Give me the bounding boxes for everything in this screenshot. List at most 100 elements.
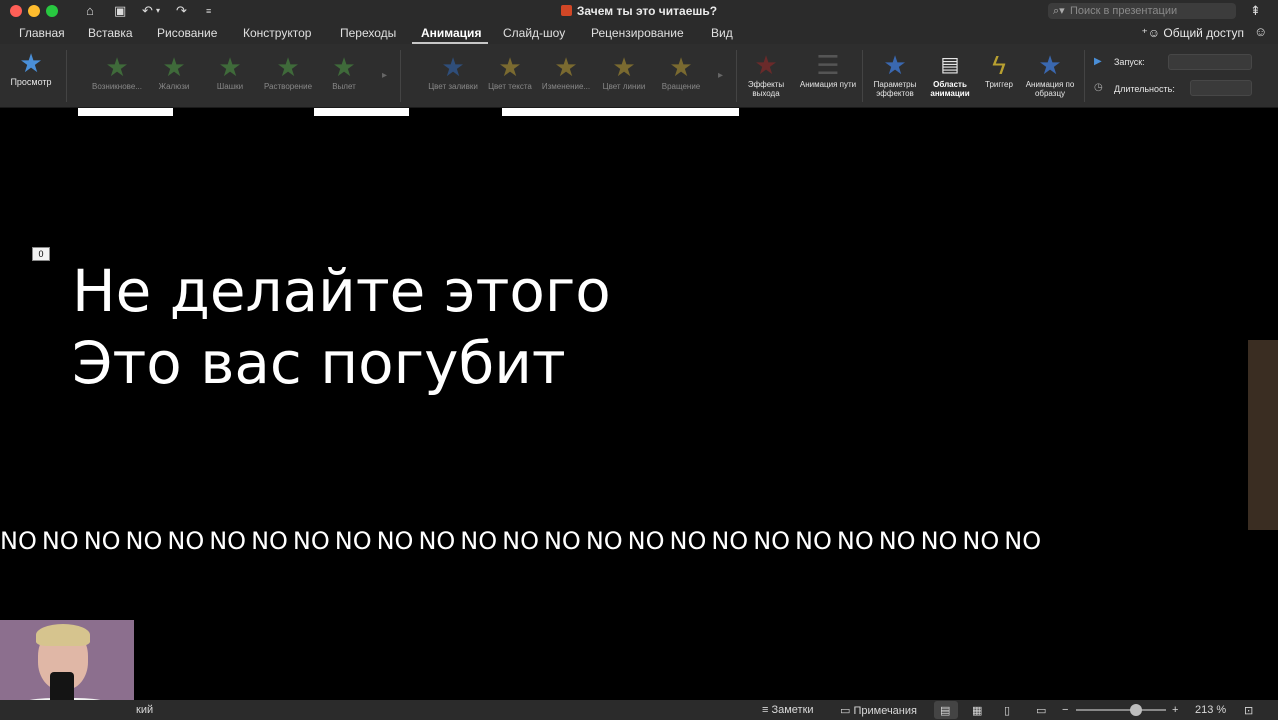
no-word: NO — [962, 527, 1000, 555]
blinds-star-icon: ★ — [162, 52, 186, 82]
language-indicator[interactable]: кий — [136, 704, 153, 716]
effect-appear[interactable]: ★ Возникнове... — [86, 52, 148, 91]
animation-pane-button[interactable]: ▤ Область анимации — [926, 50, 974, 98]
no-word: NO — [460, 527, 498, 555]
no-word: NO — [167, 527, 205, 555]
fly-in-star-icon: ★ — [332, 52, 356, 82]
zoom-in-icon[interactable]: + — [1172, 704, 1178, 716]
no-word: NO — [627, 527, 665, 555]
status-bar: кий ≡ Заметки ▭ Примечания ▤ ▦ ▯ ▭ − + 2… — [0, 700, 1278, 720]
ribbon-separator — [862, 50, 863, 102]
comments-button[interactable]: ▭ Примечания — [840, 704, 917, 717]
ribbon-separator — [400, 50, 401, 102]
effect-spin-label: Вращение — [661, 82, 701, 91]
no-word: NO — [251, 527, 288, 555]
slide-canvas[interactable]: 0 Не делайте этого Это вас погубит NO NO N… — [0, 108, 1278, 680]
effect-fill-color[interactable]: ★ Цвет заливки — [424, 52, 482, 91]
appear-star-icon: ★ — [105, 52, 129, 82]
slide-placeholder-bar — [502, 108, 739, 116]
lightning-icon: ϟ — [992, 50, 1006, 80]
slide-sorter-icon[interactable]: ▦ — [972, 704, 982, 717]
tab-design[interactable]: Конструктор — [243, 26, 311, 40]
no-word: NO — [1004, 527, 1042, 555]
no-word: NO — [753, 527, 791, 555]
notes-label: Заметки — [771, 704, 814, 716]
start-select[interactable] — [1168, 54, 1252, 70]
ribbon-toolbar: ★ Просмотр ★ Возникнове... ★ Жалюзи ★ Ша… — [0, 44, 1278, 108]
slide-edge-image — [1248, 340, 1278, 530]
headline-line-2[interactable]: Это вас погубит — [72, 328, 566, 398]
effect-text-color[interactable]: ★ Цвет текста — [484, 52, 536, 91]
preview-button[interactable]: ★ Просмотр — [6, 48, 56, 87]
headline-line-1[interactable]: Не делайте этого — [72, 256, 611, 326]
effect-spin[interactable]: ★ Вращение — [656, 52, 706, 91]
effect-line-color-label: Цвет линии — [602, 82, 646, 91]
effect-line-color[interactable]: ★ Цвет линии — [598, 52, 650, 91]
search-input[interactable]: ⌕▾ Поиск в презентации — [1048, 3, 1236, 19]
animation-order-badge[interactable]: 0 — [32, 247, 50, 261]
no-word: NO — [585, 527, 623, 555]
fit-to-window-icon[interactable]: ⊡ — [1244, 704, 1253, 717]
animation-pane-label: Область анимации — [930, 80, 970, 98]
share-button[interactable]: ⁺☺ Общий доступ — [1141, 26, 1244, 40]
no-word: NO — [209, 527, 247, 555]
effect-fly-in-label: Вылет — [332, 82, 356, 91]
duration-field[interactable] — [1190, 80, 1252, 96]
powerpoint-file-icon — [560, 5, 572, 16]
effect-grow-shrink[interactable]: ★ Изменение... — [538, 52, 594, 91]
no-word: NO — [292, 527, 330, 555]
tab-insert[interactable]: Вставка — [88, 26, 133, 40]
effect-options-star-icon: ★ — [883, 50, 907, 80]
effect-grow-shrink-label: Изменение... — [541, 82, 591, 91]
gallery-scroll-icon[interactable]: ▸ — [718, 70, 723, 81]
tab-review[interactable]: Рецензирование — [591, 26, 684, 40]
effect-checkerboard[interactable]: ★ Шашки — [204, 52, 256, 91]
trigger-button[interactable]: ϟ Триггер — [976, 50, 1022, 89]
zoom-slider[interactable] — [1076, 709, 1166, 711]
effect-fly-in[interactable]: ★ Вылет — [322, 52, 366, 91]
duration-label: Длительность: — [1114, 84, 1175, 94]
motion-path-button[interactable]: ☰ Анимация пути — [798, 50, 858, 89]
preview-star-icon: ★ — [19, 48, 43, 78]
zoom-out-icon[interactable]: − — [1062, 704, 1068, 716]
reading-view-icon[interactable]: ▯ — [1004, 704, 1010, 717]
animation-painter-button[interactable]: ★ Анимация по образцу — [1022, 50, 1078, 98]
no-word: NO — [836, 527, 874, 555]
animation-pane-icon: ▤ — [940, 54, 960, 76]
no-word: NO — [502, 527, 539, 555]
ribbon-separator — [1084, 50, 1085, 102]
normal-view-icon[interactable]: ▤ — [940, 704, 950, 717]
tab-transitions[interactable]: Переходы — [340, 26, 396, 40]
tab-slideshow[interactable]: Слайд-шоу — [503, 26, 565, 40]
no-word: NO — [125, 527, 163, 555]
slideshow-view-icon[interactable]: ▭ — [1036, 704, 1046, 717]
ribbon-separator — [66, 50, 67, 102]
grow-shrink-star-icon: ★ — [554, 52, 578, 82]
animation-painter-label: Анимация по образцу — [1025, 80, 1075, 98]
fill-color-star-icon: ★ — [441, 52, 465, 82]
tab-animations[interactable]: Анимация — [421, 26, 481, 40]
effect-options-button[interactable]: ★ Параметры эффектов — [864, 50, 926, 98]
tab-draw[interactable]: Рисование — [157, 26, 217, 40]
comments-icon[interactable]: ☺ — [1254, 24, 1267, 40]
no-word: NO — [41, 527, 79, 555]
no-repeat-text[interactable]: NO NO NO NO NO NO NO NO NO NO NO NO NO NO NO NO NO NO NO NO… — [0, 526, 1278, 556]
collapse-icon[interactable]: ⇞ — [1250, 3, 1261, 19]
effect-dissolve[interactable]: ★ Растворение — [258, 52, 318, 91]
zoom-slider-thumb[interactable] — [1130, 704, 1142, 716]
notes-button[interactable]: ≡ Заметки — [762, 704, 814, 716]
tab-view[interactable]: Вид — [711, 26, 733, 40]
trigger-label: Триггер — [985, 80, 1013, 89]
exit-effects-button[interactable]: ★ Эффекты выхода — [740, 50, 792, 98]
line-color-star-icon: ★ — [612, 52, 636, 82]
zoom-level[interactable]: 213 % — [1195, 704, 1226, 716]
effect-appear-label: Возникнове... — [92, 82, 142, 91]
text-color-star-icon: ★ — [498, 52, 522, 82]
play-icon: ▶ — [1094, 56, 1102, 67]
effect-dissolve-label: Растворение — [263, 82, 313, 91]
exit-star-icon: ★ — [754, 50, 778, 80]
tab-home[interactable]: Главная — [19, 26, 65, 40]
add-person-icon: ⁺☺ — [1141, 26, 1161, 40]
gallery-scroll-icon[interactable]: ▸ — [382, 70, 387, 81]
effect-blinds[interactable]: ★ Жалюзи — [148, 52, 200, 91]
